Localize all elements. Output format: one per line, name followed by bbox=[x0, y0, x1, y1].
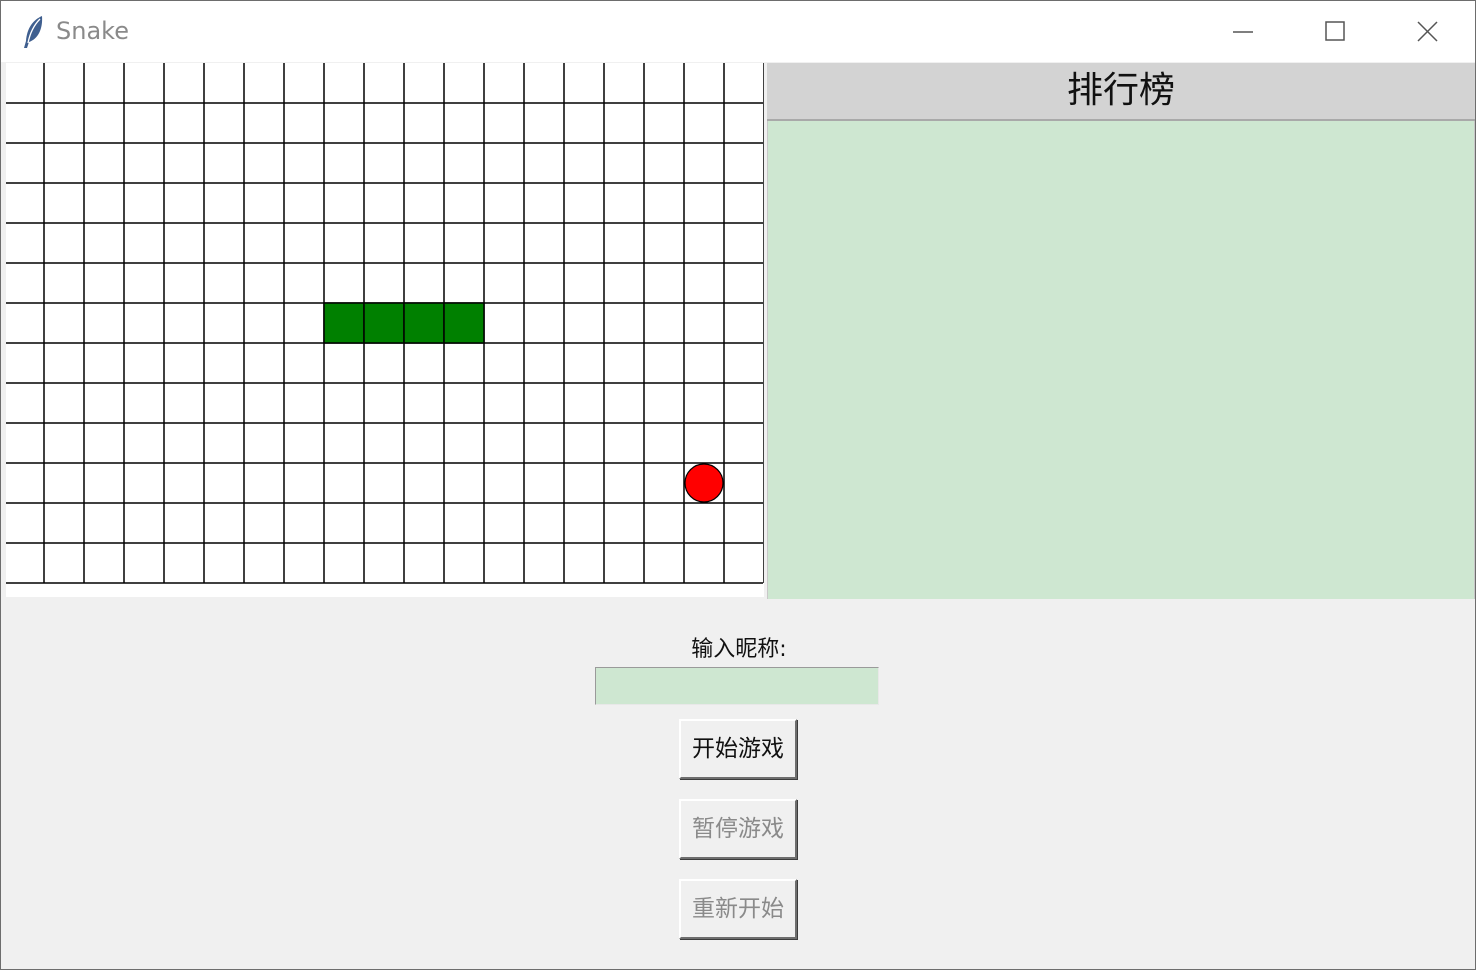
snake-segment bbox=[363, 302, 405, 344]
snake-segment bbox=[443, 302, 485, 344]
window-title: Snake bbox=[56, 17, 129, 45]
restart-game-button[interactable]: 重新开始 bbox=[679, 879, 797, 939]
snake-segment bbox=[403, 302, 445, 344]
close-icon bbox=[1417, 21, 1438, 42]
title-bar[interactable]: Snake bbox=[1, 1, 1475, 62]
leaderboard-panel: 排行榜 bbox=[767, 63, 1475, 599]
maximize-icon bbox=[1325, 21, 1345, 41]
game-canvas[interactable] bbox=[6, 63, 764, 597]
minimize-button[interactable] bbox=[1197, 1, 1289, 62]
app-window: Snake 排行榜 输入昵称: 开始游戏 暂停游戏 重新开始 bbox=[0, 0, 1476, 970]
game-board[interactable] bbox=[6, 63, 764, 597]
minimize-icon bbox=[1233, 31, 1253, 33]
leaderboard-title: 排行榜 bbox=[767, 63, 1475, 121]
maximize-button[interactable] bbox=[1289, 1, 1381, 62]
snake-segment bbox=[323, 302, 365, 344]
pause-game-button[interactable]: 暂停游戏 bbox=[679, 799, 797, 859]
close-button[interactable] bbox=[1381, 1, 1473, 62]
feather-icon bbox=[21, 14, 47, 50]
food-item bbox=[684, 463, 724, 503]
start-game-button[interactable]: 开始游戏 bbox=[679, 719, 797, 779]
nickname-label: 输入昵称: bbox=[691, 637, 787, 662]
nickname-input[interactable] bbox=[595, 667, 879, 705]
leaderboard-list[interactable] bbox=[767, 121, 1475, 599]
